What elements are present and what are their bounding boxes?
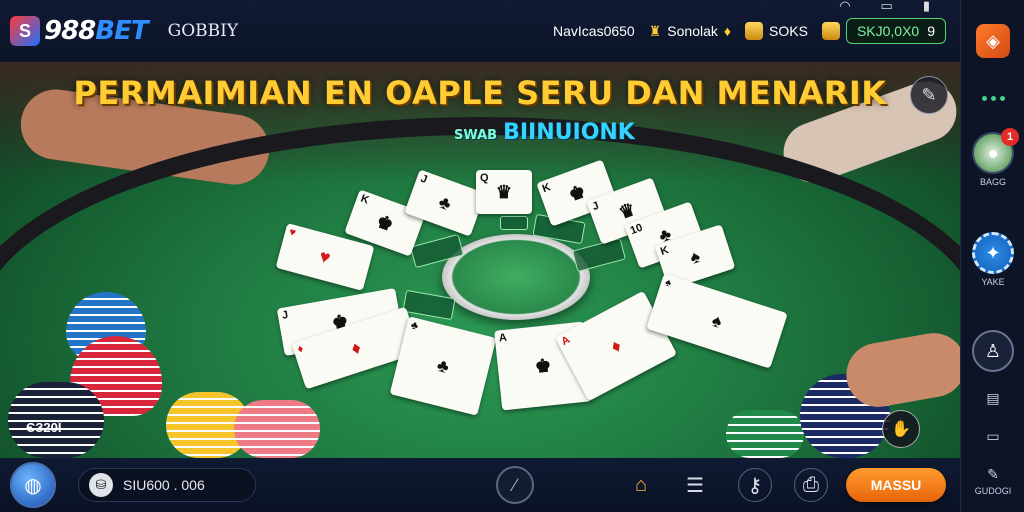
bonus-item[interactable]: ♜ Sonolak ♦ [649, 23, 731, 40]
hand-icon: ✋ [891, 421, 911, 438]
trophy-icon: ♜ [648, 22, 662, 39]
app-root: S 988BET GOBBIY NavIcas0650 ♜ Sonolak ♦ … [0, 0, 1024, 512]
poker-chip-icon: ✦ [972, 232, 1014, 274]
card-rank: A [498, 331, 508, 345]
nav-label[interactable]: GOBBIY [168, 21, 238, 41]
card-rank: Q [480, 172, 489, 184]
key-icon[interactable]: ⚷ [738, 468, 772, 502]
dots-icon [981, 96, 1005, 101]
chip-stack-label: ЄЗ20Ї [26, 420, 62, 435]
card-rank: ♠ [663, 276, 673, 290]
card-rank: K [358, 192, 371, 207]
chip-stack-pink[interactable] [234, 400, 320, 458]
pen-icon: ✎ [987, 466, 999, 482]
wallet-value: SIU600 . 006 [123, 477, 205, 493]
coins-label: SOKS [769, 23, 808, 39]
sidebar-item-gudogi[interactable]: ✎ GUDOGI [961, 466, 1024, 496]
battery-icon: ▭ [986, 428, 1000, 444]
coins-item[interactable]: SOKS [745, 22, 808, 40]
balance-pill[interactable]: SKJ0,0X0 9 [845, 18, 946, 44]
subhead-small: SWAB [454, 128, 498, 143]
pencil-icon: ✎ [921, 84, 937, 105]
slash-icon[interactable]: ∕ [496, 466, 534, 504]
card-rank: J [281, 308, 290, 322]
card-rank: ♣ [409, 319, 420, 333]
sidebar-item-person[interactable]: ♙ [961, 330, 1024, 372]
wallet-icon: ⛁ [89, 473, 113, 497]
wallet-icon: ▤ [986, 390, 1000, 406]
gift-icon[interactable]: ⌂ [624, 468, 658, 502]
sidebar-item-yake[interactable]: ✦ YAKE [961, 232, 1024, 287]
subhead-text: BIINUIONK [503, 120, 635, 145]
sidebar-item-label: YAKE [981, 277, 1005, 287]
card-rank: ♦ [295, 342, 306, 356]
card-rank: K [540, 181, 553, 196]
hand-button[interactable]: ✋ [882, 410, 920, 448]
card-rank: J [590, 199, 601, 214]
person-icon: ♙ [972, 330, 1014, 372]
card-rank: J [418, 172, 429, 187]
balance-item[interactable]: SKJ0,0X0 9 [821, 18, 946, 44]
top-bar: S 988BET GOBBIY NavIcas0650 ♜ Sonolak ♦ … [0, 0, 960, 62]
card-rank: A [559, 333, 573, 349]
subhead-banner: SWAB BIINUIONK [454, 120, 635, 145]
sidebar-item-bagg[interactable]: ● 1 BAGG [961, 128, 1024, 187]
status-text: NavIcas0650 [553, 23, 635, 39]
edit-button[interactable]: ✎ [910, 76, 948, 114]
wallet-field[interactable]: ⛁ SIU600 . 006 [78, 468, 256, 502]
camera-icon[interactable]: ⎙ [794, 468, 828, 502]
globe-icon[interactable]: ◍ [10, 462, 56, 508]
playing-card[interactable]: Q ♛ [476, 170, 532, 214]
system-icons: ◠ ▭ ▮ [839, 0, 930, 14]
chip-stack-green[interactable] [726, 410, 804, 458]
brand-logo[interactable]: S 988BET [10, 16, 149, 46]
window-icon[interactable]: ▭ [881, 0, 893, 14]
logo-secondary: BET [95, 16, 148, 46]
card-rank: ♥ [287, 226, 298, 240]
bonus-label: Sonolak [667, 23, 718, 39]
headline-banner: PERMAIMIAN EN OAPLE SERU DAN MENARIK [73, 74, 887, 112]
balance-suffix: 9 [927, 23, 935, 39]
cube-logo-icon: ◈ [976, 24, 1010, 58]
center-pot[interactable] [442, 234, 590, 320]
wifi-icon: ◠ [839, 0, 851, 13]
sidebar-item-wallet[interactable]: ▤ [961, 390, 1024, 407]
sidebar-item-logo[interactable]: ◈ [961, 24, 1024, 58]
sidebar-item-label: GUDOGI [974, 486, 1012, 496]
sidebar-item-label: BAGG [979, 177, 1006, 187]
logo-text: 988BET [44, 16, 149, 46]
poker-table-area[interactable]: PERMAIMIAN EN OAPLE SERU DAN MENARIK SWA… [0, 62, 960, 458]
sidebar-item-battery[interactable]: ▭ [961, 428, 1024, 445]
shield-icon: ♦ [723, 23, 732, 39]
card-rank: K [659, 244, 671, 259]
logo-mark-icon: S [10, 16, 40, 46]
card-rank: 10 [628, 221, 645, 238]
list-icon[interactable]: ☰ [678, 468, 712, 502]
balance-value: SKJ0,0X0 [856, 23, 920, 39]
bottom-bar: ◍ ⛁ SIU600 . 006 ∕ ⌂ ☰ ⚷ ⎙ MASSU [0, 458, 960, 512]
sidebar-item-dots[interactable] [961, 96, 1024, 101]
battery-icon: ▮ [922, 0, 930, 13]
right-sidebar: ◈ ● 1 BAGG ✦ YAKE ♙ ▤ ▭ ✎ GUDOGI [960, 0, 1024, 512]
notification-badge: 1 [1001, 128, 1019, 146]
gold-bag-icon [821, 22, 840, 40]
logo-primary: 988 [44, 16, 96, 46]
login-button[interactable]: MASSU [846, 468, 946, 502]
coin-icon [745, 22, 764, 40]
bet-tile[interactable] [500, 216, 528, 230]
